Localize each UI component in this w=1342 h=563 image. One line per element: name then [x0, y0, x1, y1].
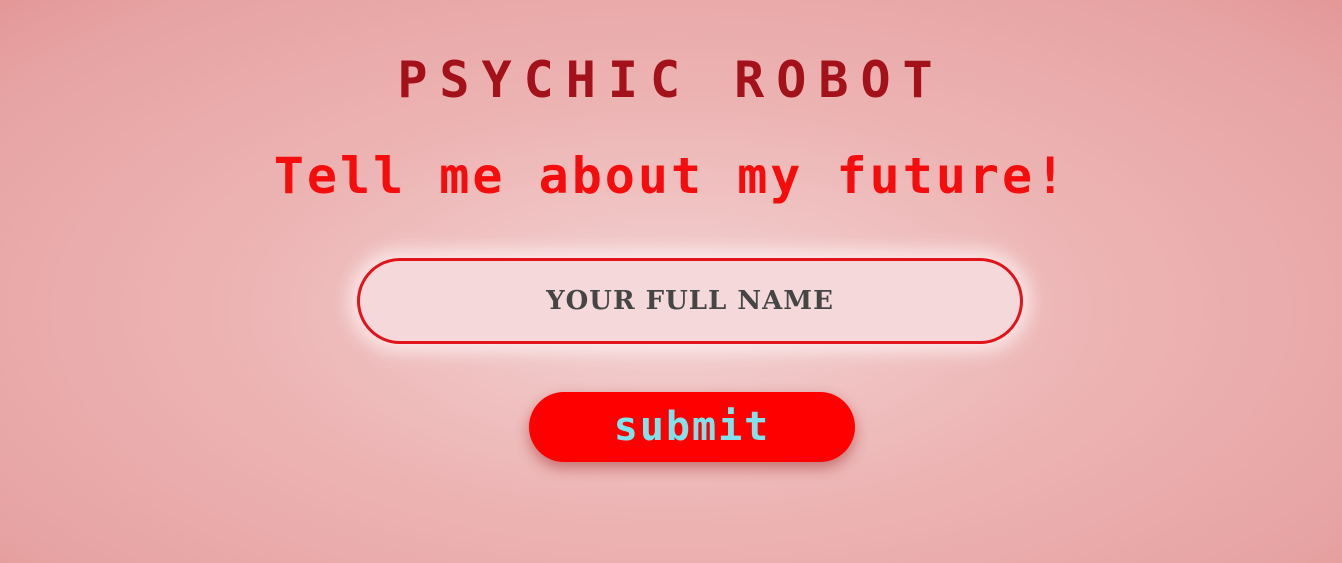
page-title: PSYCHIC ROBOT: [397, 51, 945, 109]
page: PSYCHIC ROBOT Tell me about my future! s…: [0, 0, 1342, 563]
submit-button[interactable]: submit: [529, 392, 855, 462]
full-name-input[interactable]: [357, 258, 1023, 344]
page-subtitle: Tell me about my future!: [273, 147, 1069, 205]
